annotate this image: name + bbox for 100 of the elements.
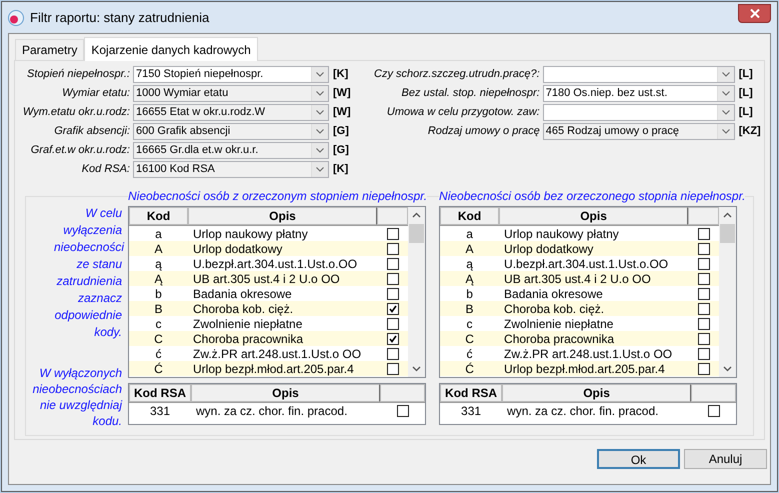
table-cell-text: Badania okresowe [503,288,604,300]
dropdown-field[interactable] [542,66,735,83]
table-cell-text: Zw.ż.PR art.248.ust.1.Ust.o OO [192,348,362,360]
table-cell-text: Zwolnienie niepłatne [192,318,304,330]
table-cell-text: Urlop bezpł.młod.art.205.par.4 [503,362,666,374]
table-cell-text: A [153,242,164,254]
table-cell-text: ć [154,348,162,360]
checkbox[interactable] [698,332,710,344]
table-cell-text: Ć [464,362,475,374]
column-header [377,207,408,225]
field-tag: [L] [738,85,753,102]
instruction-text: W celu wyłączenia nieobecności ze stanu zatrudnienia zaznacz odpowiednie kody. [53,205,122,341]
table-cell-text: Ą [464,272,475,284]
dropdown-field[interactable]: 7150 Stopień niepełnospr. [133,66,329,83]
table-cell-text: Choroba pracownika [192,332,304,344]
checkbox[interactable] [386,242,398,254]
table-cell-text: C [464,332,475,344]
table-cell-text: B [464,302,475,314]
column-header [380,384,425,402]
dialog-button[interactable]: Anuluj [684,449,767,469]
table-cell-text: 331 [148,404,172,416]
checkbox[interactable] [698,228,710,240]
dropdown-field[interactable]: 16665 Gr.dla et.w okr.u.r. [133,142,329,159]
table-cell-text: Urlop dodatkowy [192,242,284,254]
dropdown-field[interactable]: 1000 Wymiar etatu [133,85,329,102]
column-header[interactable]: Opis [191,384,380,402]
checkbox[interactable] [698,362,710,374]
table-cell-text: a [154,228,163,240]
table-cell-text: U.bezpł.art.304.ust.1.Ust.o.OO [192,258,358,270]
field-tag: [K] [333,161,348,178]
table-cell-text: Ć [153,362,164,374]
checkbox[interactable] [698,258,710,270]
checkbox[interactable] [698,302,710,314]
table-cell-text: Urlop dodatkowy [503,242,594,254]
checkbox[interactable] [386,332,398,344]
field-label: Czy schorz.szczeg.utrudn.pracę?: [373,67,541,82]
checkbox[interactable] [386,318,398,330]
field-label: Rodzaj umowy o pracę [426,124,541,140]
tab[interactable]: Kojarzenie danych kadrowych [84,37,258,61]
checkbox[interactable] [698,318,710,330]
column-header[interactable]: Kod [129,207,188,225]
field-tag: [L] [738,104,753,121]
checkbox[interactable] [386,272,398,284]
table-cell-text: b [465,288,474,300]
table-cell-text: Urlop naukowy płatny [503,228,620,240]
close-button[interactable] [738,4,771,23]
dropdown-field[interactable] [542,104,735,121]
checkbox[interactable] [698,242,710,254]
checkbox[interactable] [698,288,710,300]
column-header[interactable]: Opis [502,384,692,402]
field-label: Grafik absencji: [53,124,131,140]
column-header[interactable]: Kod RSA [129,384,191,402]
checkbox[interactable] [386,302,398,314]
column-header[interactable]: Kod RSA [440,384,502,402]
dialog-button[interactable]: Ok [597,449,680,469]
checkbox[interactable] [386,228,398,240]
dropdown-field[interactable]: 465 Rodzaj umowy o pracę [542,123,735,140]
checkbox[interactable] [386,362,398,374]
table-cell-text: Choroba pracownika [503,332,616,344]
column-header[interactable]: Opis [188,207,377,225]
checkbox[interactable] [386,258,398,270]
table-cell-text: Ą [153,272,164,284]
scroll-thumb[interactable] [720,224,736,243]
dropdown-field[interactable]: 600 Grafik absencji [133,123,329,140]
field-tag: [G] [333,123,349,140]
dropdown-field[interactable]: 16655 Etat w okr.u.rodz.W [133,104,329,121]
table-cell-text: Zw.ż.PR art.248.ust.1.Ust.o OO [503,348,674,360]
table-cell-text: C [153,332,164,344]
field-label: Wymiar etatu: [61,86,131,102]
column-header [688,207,720,225]
checkbox[interactable] [396,404,408,416]
close-icon [750,9,760,18]
instruction-text: W wyłączonych nieobecnościach nie uwzględniaj kodu. [32,365,122,429]
field-label: Stopień niepełnospr.: [26,67,131,82]
table-cell-text: A [464,242,475,254]
checkbox[interactable] [386,288,398,300]
field-tag: [W] [333,104,351,121]
checkbox[interactable] [698,348,710,360]
field-tag: [K] [333,66,348,83]
dropdown-field[interactable]: 16100 Kod RSA [133,161,329,178]
dropdown-field[interactable]: 7180 Os.niep. bez ust.st. [542,85,735,102]
scroll-thumb[interactable] [409,224,424,243]
field-label: Umowa w celu przygotow. zaw: [386,105,541,120]
checkbox[interactable] [708,404,720,416]
field-tag: [L] [738,66,753,83]
field-label: Graf.et.w okr.u.rodz: [30,143,131,158]
tab[interactable]: Parametry [15,39,84,60]
column-header[interactable]: Kod [440,207,500,225]
scrollbar[interactable] [719,207,736,377]
column-header[interactable]: Opis [499,207,688,225]
field-tag: [G] [333,142,349,159]
field-label: Kod RSA: [80,162,131,178]
table-cell-text: ć [466,348,474,360]
table-cell-text: U.bezpł.art.304.ust.1.Ust.o.OO [503,258,670,270]
table-cell-text: c [466,318,474,330]
checkbox[interactable] [698,272,710,284]
checkbox[interactable] [386,348,398,360]
scrollbar[interactable] [408,207,425,377]
table-cell-text: UB art.305 ust.4 i 2 U.o OO [503,272,652,284]
table-cell-text: 331 [460,404,482,416]
